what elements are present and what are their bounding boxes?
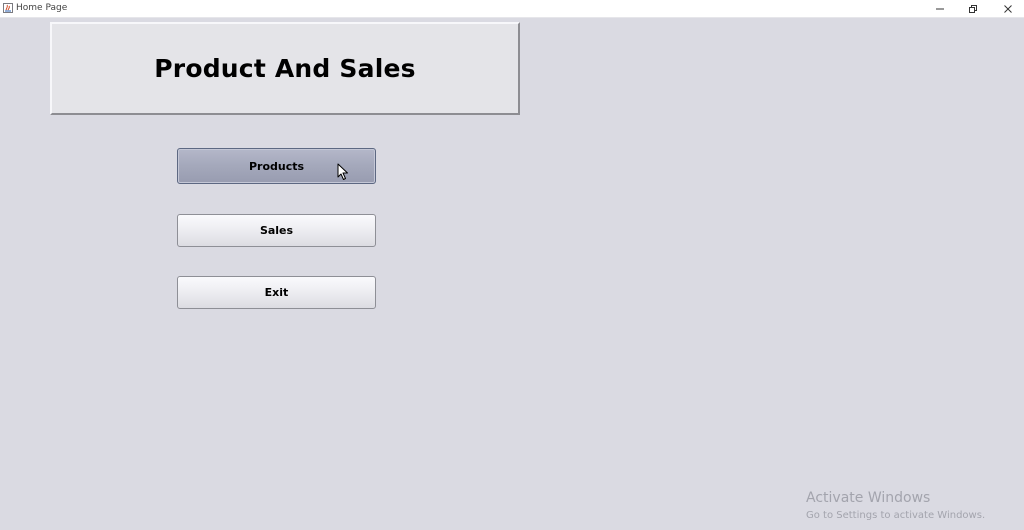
close-icon	[1004, 4, 1012, 13]
watermark-title: Activate Windows	[806, 490, 931, 506]
close-button[interactable]	[993, 0, 1023, 17]
page-title: Product And Sales	[154, 54, 416, 83]
restore-icon	[969, 4, 977, 13]
minimize-icon	[936, 8, 944, 9]
sales-button[interactable]: Sales	[177, 214, 376, 247]
window-title: Home Page	[16, 3, 68, 13]
minimize-button[interactable]	[925, 0, 955, 17]
watermark-subtitle: Go to Settings to activate Windows.	[806, 510, 986, 521]
header-panel: Product And Sales	[50, 22, 520, 115]
mouse-cursor-icon	[337, 163, 348, 180]
activation-watermark: Activate Windows Go to Settings to activ…	[806, 489, 985, 523]
java-app-icon	[3, 3, 13, 13]
exit-button[interactable]: Exit	[177, 276, 376, 309]
title-bar[interactable]: Home Page	[0, 0, 1024, 18]
app-window: Home Page Product And Sales Products Sal…	[0, 0, 1024, 530]
restore-button[interactable]	[958, 0, 988, 17]
